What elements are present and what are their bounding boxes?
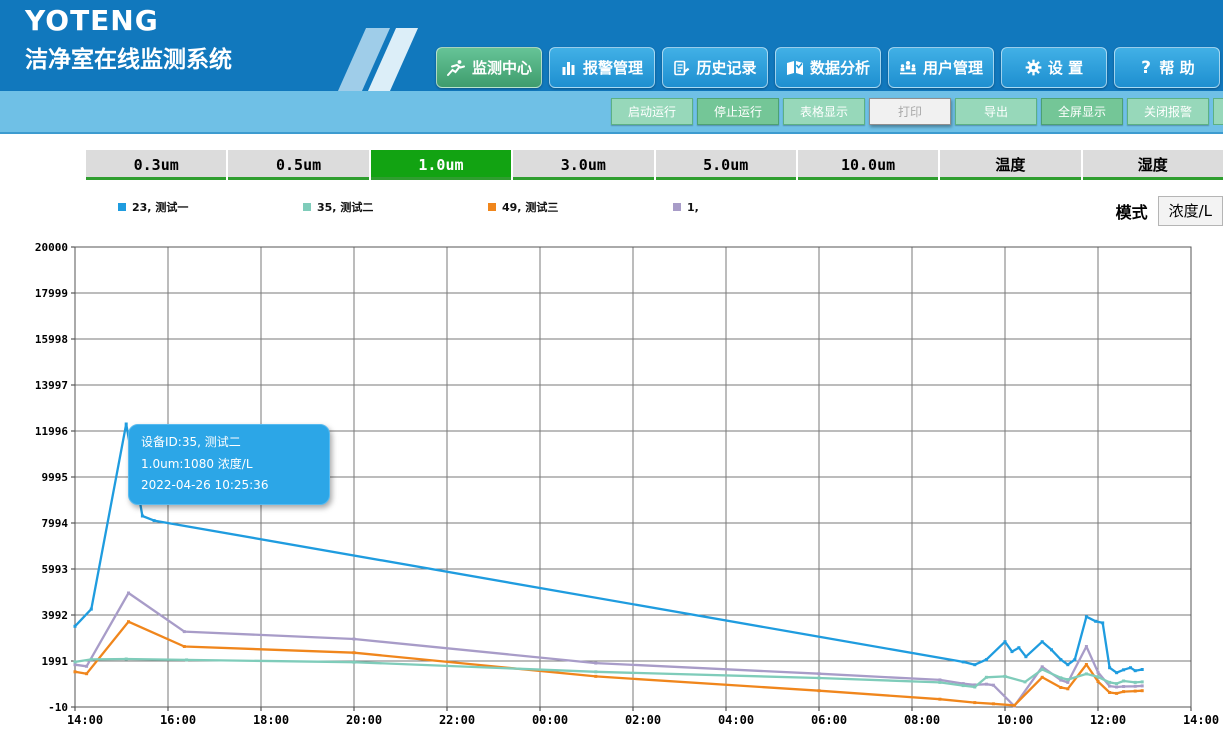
book-icon <box>786 60 804 76</box>
mode-control: 模式 浓度/L <box>1116 196 1223 226</box>
tab-temperature[interactable]: 温度 <box>940 150 1081 180</box>
toolbar-button-close-alarm[interactable]: 关闭报警 <box>1127 98 1209 125</box>
svg-text:5993: 5993 <box>42 563 69 576</box>
legend-row: 23, 测试一 35, 测试二 49, 测试三 1, 模式 浓度/L <box>0 196 1223 228</box>
toolbar: 启动运行 停止运行 表格显示 打印 导出 全屏显示 关闭报警 <box>0 91 1223 134</box>
tab-0-3um[interactable]: 0.3um <box>86 150 227 180</box>
tooltip-time: 2022-04-26 10:25:36 <box>141 478 269 493</box>
nav-label: 设 置 <box>1047 59 1084 77</box>
svg-text:00:00: 00:00 <box>532 713 568 727</box>
users-icon <box>899 60 917 76</box>
svg-text:18:00: 18:00 <box>253 713 289 727</box>
chart-legend: 23, 测试一 35, 测试二 49, 测试三 1, <box>118 199 858 215</box>
legend-item-1: 35, 测试二 <box>303 199 488 215</box>
gear-icon <box>1025 59 1042 76</box>
svg-text:13997: 13997 <box>35 379 68 392</box>
svg-text:15998: 15998 <box>35 333 68 346</box>
svg-text:17999: 17999 <box>35 287 68 300</box>
toolbar-button-table-view[interactable]: 表格显示 <box>783 98 865 125</box>
toolbar-button-print[interactable]: 打印 <box>869 98 951 125</box>
legend-label: 49, 测试三 <box>502 201 559 214</box>
brand-subtitle: 洁净室在线监测系统 <box>25 47 232 73</box>
legend-item-3: 1, <box>673 199 858 215</box>
main-nav: 监测中心 报警管理 历史记录 数据分析 用户管理 设 置? 帮 助 <box>436 47 1220 88</box>
svg-text:11996: 11996 <box>35 425 68 438</box>
legend-item-0: 23, 测试一 <box>118 199 303 215</box>
svg-text:04:00: 04:00 <box>718 713 754 727</box>
tab-5-0um[interactable]: 5.0um <box>655 150 796 180</box>
svg-text:02:00: 02:00 <box>625 713 661 727</box>
svg-text:14:00: 14:00 <box>1183 713 1219 727</box>
toolbar-button-export[interactable]: 导出 <box>955 98 1037 125</box>
chart-tooltip: 设备ID:35, 测试二 1.0um:1080 浓度/L 2022-04-26 … <box>128 424 330 505</box>
nav-label: 数据分析 <box>809 59 870 77</box>
legend-swatch <box>303 203 311 211</box>
tab-humidity[interactable]: 湿度 <box>1082 150 1223 180</box>
nav-label: 历史记录 <box>696 59 757 77</box>
tooltip-value: 1.0um:1080 浓度/L <box>141 456 253 471</box>
tooltip-device: 设备ID:35, 测试二 <box>141 435 241 449</box>
nav-button-settings[interactable]: 设 置 <box>1001 47 1107 88</box>
app: { "header": { "brand": "YOTENG", "subtit… <box>0 0 1223 739</box>
question-icon: ? <box>1139 59 1153 77</box>
nav-button-monitor-center[interactable]: 监测中心 <box>436 47 542 88</box>
svg-text:16:00: 16:00 <box>160 713 196 727</box>
svg-text:14:00: 14:00 <box>67 713 103 727</box>
tab-0-5um[interactable]: 0.5um <box>228 150 369 180</box>
nav-button-history-record[interactable]: 历史记录 <box>662 47 768 88</box>
nav-button-data-analysis[interactable]: 数据分析 <box>775 47 881 88</box>
legend-item-2: 49, 测试三 <box>488 199 673 215</box>
toolbar-button-partial[interactable] <box>1213 98 1223 125</box>
svg-text:1991: 1991 <box>42 655 69 668</box>
runner-icon <box>446 59 466 77</box>
svg-text:9995: 9995 <box>42 471 69 484</box>
nav-label: 报警管理 <box>582 59 643 77</box>
tab-10-0um[interactable]: 10.0um <box>797 150 939 180</box>
legend-label: 1, <box>687 200 699 214</box>
toolbar-button-fullscreen[interactable]: 全屏显示 <box>1041 98 1123 125</box>
tab-1-0um[interactable]: 1.0um <box>370 150 512 180</box>
svg-text:20:00: 20:00 <box>346 713 382 727</box>
svg-text:10:00: 10:00 <box>997 713 1033 727</box>
svg-text:22:00: 22:00 <box>439 713 475 727</box>
nav-label: 监测中心 <box>471 59 532 77</box>
mode-select[interactable]: 浓度/L <box>1157 196 1223 226</box>
header: YOTENG 洁净室在线监测系统 监测中心 报警管理 历史记录 数据分析 用户管理 设 置… <box>0 0 1223 91</box>
toolbar-button-stop-run[interactable]: 停止运行 <box>697 98 779 125</box>
toolbar-button-start-run[interactable]: 启动运行 <box>611 98 693 125</box>
svg-text:20000: 20000 <box>35 241 68 254</box>
legend-swatch <box>118 203 126 211</box>
tab-3-0um[interactable]: 3.0um <box>513 150 654 180</box>
legend-label: 23, 测试一 <box>132 201 189 214</box>
svg-text:?: ? <box>1141 59 1151 77</box>
barchart-icon <box>561 60 577 76</box>
svg-text:08:00: 08:00 <box>904 713 940 727</box>
nav-button-alarm-manage[interactable]: 报警管理 <box>549 47 655 88</box>
legend-swatch <box>488 203 496 211</box>
brand-name: YOTENG <box>25 4 159 37</box>
legend-label: 35, 测试二 <box>317 201 374 214</box>
document-icon <box>673 60 690 76</box>
legend-swatch <box>673 203 681 211</box>
brand: YOTENG 洁净室在线监测系统 <box>25 4 232 74</box>
svg-text:-10: -10 <box>48 701 68 714</box>
mode-label: 模式 <box>1115 203 1148 222</box>
nav-label: 帮 助 <box>1159 59 1195 77</box>
svg-text:7994: 7994 <box>42 517 69 530</box>
nav-button-user-manage[interactable]: 用户管理 <box>888 47 994 88</box>
particle-tabs: 0.3um 0.5um 1.0um 3.0um 5.0um 10.0um 温度 湿度 <box>86 150 1223 180</box>
svg-text:3992: 3992 <box>42 609 69 622</box>
svg-text:12:00: 12:00 <box>1090 713 1126 727</box>
svg-text:06:00: 06:00 <box>811 713 847 727</box>
nav-button-help[interactable]: ? 帮 助 <box>1114 47 1220 88</box>
nav-label: 用户管理 <box>922 59 983 77</box>
